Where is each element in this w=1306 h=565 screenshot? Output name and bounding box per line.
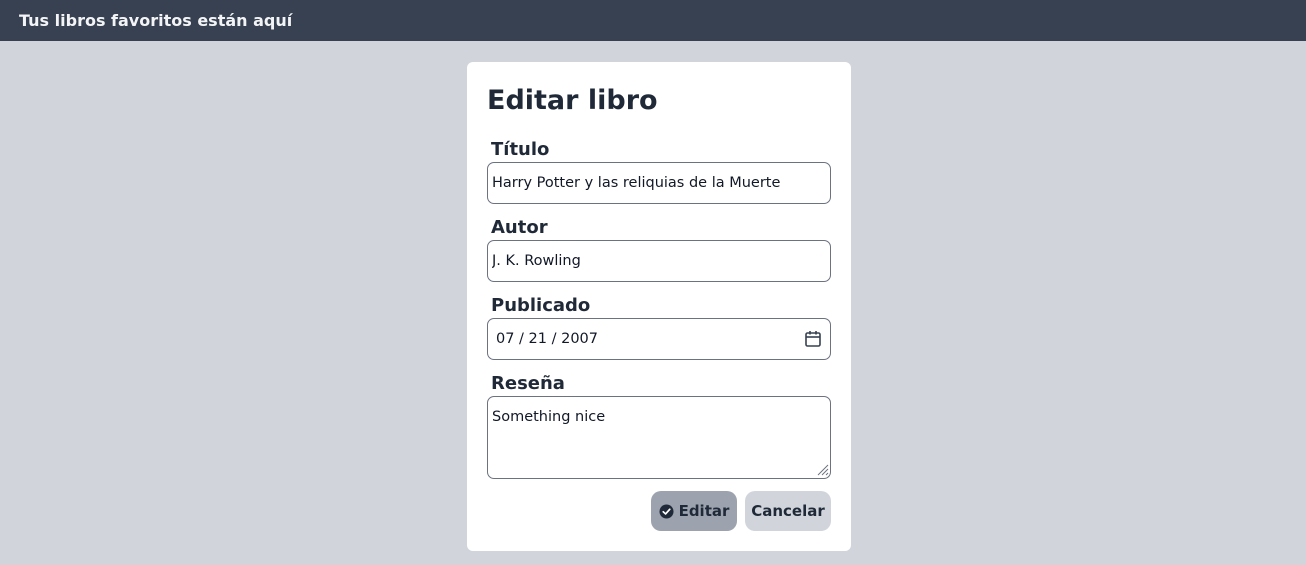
publicado-label: Publicado <box>491 295 591 316</box>
titulo-input[interactable] <box>487 162 831 204</box>
edit-book-card: Editar libro Título Autor Publicado 07 /… <box>467 62 851 551</box>
publicado-date-value[interactable]: 07 / 21 / 2007 <box>496 319 598 359</box>
cancel-button-label: Cancelar <box>751 502 825 520</box>
app-title: Tus libros favoritos están aquí <box>19 11 293 30</box>
page-title: Editar libro <box>487 85 658 116</box>
resena-textarea[interactable]: Something nice <box>487 396 831 479</box>
publicado-date-input[interactable]: 07 / 21 / 2007 <box>487 318 831 360</box>
autor-input[interactable] <box>487 240 831 282</box>
app-header: Tus libros favoritos están aquí <box>0 0 1306 41</box>
calendar-icon[interactable] <box>804 330 822 348</box>
titulo-label: Título <box>491 139 550 160</box>
resize-grip-icon[interactable] <box>816 463 829 476</box>
resena-label: Reseña <box>491 373 565 394</box>
check-circle-icon <box>659 503 674 519</box>
autor-label: Autor <box>491 217 548 238</box>
edit-button[interactable]: Editar <box>651 491 737 531</box>
edit-button-label: Editar <box>678 502 730 520</box>
cancel-button[interactable]: Cancelar <box>745 491 831 531</box>
